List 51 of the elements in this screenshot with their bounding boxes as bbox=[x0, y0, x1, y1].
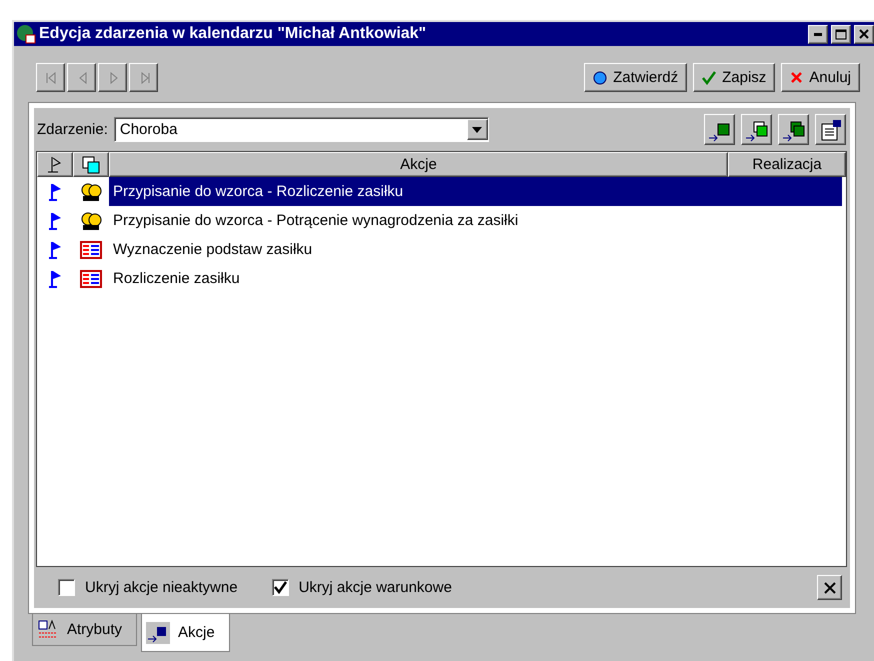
dot-icon bbox=[593, 70, 608, 84]
actions-icon bbox=[146, 622, 170, 644]
column-header[interactable]: Realizacja bbox=[728, 152, 846, 177]
flag-icon bbox=[47, 156, 63, 174]
dropdown-button[interactable] bbox=[466, 119, 488, 140]
close-button[interactable] bbox=[854, 24, 874, 44]
checkbox[interactable] bbox=[272, 579, 289, 596]
attributes-icon bbox=[37, 618, 59, 640]
properties-button[interactable] bbox=[815, 114, 846, 145]
add-button[interactable] bbox=[704, 114, 735, 145]
column-header[interactable] bbox=[73, 152, 109, 177]
confirm-button[interactable]: Zatwierdź bbox=[584, 63, 688, 92]
action-item[interactable]: Przypisanie do wzorca - Potrącenie wynagrodzenia za zasiłki bbox=[109, 206, 842, 235]
people-icon bbox=[79, 182, 103, 202]
close-icon bbox=[824, 582, 836, 594]
action-item[interactable]: Rozliczenie zasiłku bbox=[109, 264, 842, 293]
window-title: Edycja zdarzenia w kalendarzu "Michał Antkowiak" bbox=[39, 25, 428, 43]
close-icon bbox=[859, 29, 869, 39]
close-icon bbox=[790, 71, 804, 84]
flag-icon bbox=[47, 240, 63, 260]
people-icon bbox=[79, 210, 103, 230]
maximize-button[interactable] bbox=[831, 24, 851, 44]
form-icon bbox=[80, 240, 102, 258]
minimize-button[interactable] bbox=[808, 24, 828, 44]
app-icon bbox=[16, 24, 36, 44]
event-label: Zdarzenie: bbox=[37, 121, 108, 138]
column-header[interactable]: Akcje bbox=[109, 152, 728, 177]
caret-icon bbox=[472, 126, 482, 132]
maximize-icon bbox=[835, 28, 847, 40]
tab[interactable]: Atrybuty bbox=[32, 614, 138, 646]
check-icon bbox=[702, 70, 716, 84]
first-icon bbox=[44, 70, 58, 86]
properties-icon bbox=[818, 118, 842, 142]
form-icon bbox=[80, 270, 102, 288]
flag-icon bbox=[47, 182, 63, 202]
cancel-button[interactable]: Anuluj bbox=[781, 63, 860, 92]
event-dropdown[interactable]: Choroba bbox=[114, 117, 489, 142]
flag-icon bbox=[47, 268, 63, 288]
windows-icon bbox=[82, 156, 100, 174]
close-button[interactable] bbox=[817, 575, 842, 600]
save-button[interactable]: Zapisz bbox=[693, 63, 776, 92]
action-item[interactable]: Przypisanie do wzorca - Rozliczenie zasiłku bbox=[109, 177, 842, 206]
check-icon bbox=[274, 581, 287, 594]
column-header[interactable] bbox=[37, 152, 73, 177]
copy-button[interactable] bbox=[741, 114, 772, 145]
checkbox[interactable] bbox=[58, 579, 75, 596]
flag-icon bbox=[47, 210, 63, 230]
copy-dark-button[interactable] bbox=[778, 114, 809, 145]
tab[interactable]: Akcje bbox=[141, 614, 230, 652]
minimize-icon bbox=[814, 32, 822, 36]
action-item[interactable]: Wyznaczenie podstaw zasiłku bbox=[109, 235, 842, 264]
